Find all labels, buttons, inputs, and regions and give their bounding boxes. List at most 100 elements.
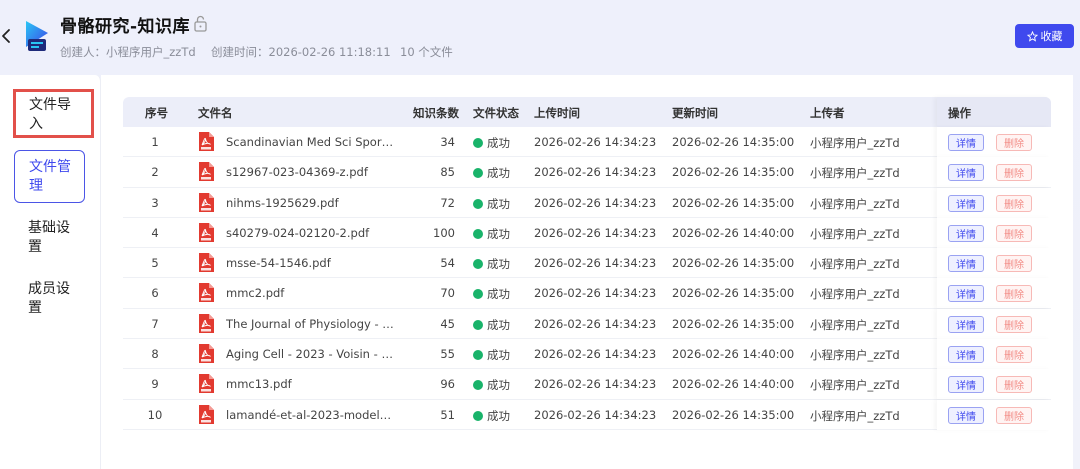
detail-button[interactable]: 详情 <box>948 346 984 364</box>
uploader: 小程序用户_zzTd <box>810 196 900 211</box>
table-body: 1Scandinavian Med Sci Sports - ...34成功20… <box>123 127 1051 430</box>
file-table: 序号 文件名 知识条数 文件状态 上传时间 更新时间 上传者 操作 1 Scand… <box>123 97 1051 430</box>
update-time: 2026-02-26 14:35:00 <box>672 286 795 301</box>
knowledge-count: 34 <box>440 135 455 149</box>
detail-button[interactable]: 详情 <box>948 406 984 424</box>
update-time: 2026-02-26 14:35:00 <box>672 165 795 180</box>
update-time: 2026-02-26 14:35:00 <box>672 135 795 149</box>
file-status: 成功 <box>473 226 510 242</box>
sidebar-item-basic-settings[interactable]: 基础设置 <box>14 213 86 263</box>
file-name: mmc13.pdf <box>226 377 292 392</box>
upload-time: 2026-02-26 14:34:23 <box>534 347 657 362</box>
success-check-icon <box>473 198 483 209</box>
row-number: 8 <box>151 347 159 362</box>
table-row: 2 s12967-023-04369-z.pdf 85 成功 2026-02-26 14… <box>123 157 1051 188</box>
delete-button[interactable]: 删除 <box>996 255 1032 273</box>
sidebar-item-member-settings[interactable]: 成员设置 <box>14 274 86 324</box>
knowledge-count: 72 <box>440 195 455 210</box>
success-check-icon <box>473 168 483 179</box>
table-row: 5 msse-54-1546.pdf 54 成功 2026-02-26 14:34:23… <box>123 248 1051 279</box>
uploader: 小程序用户_zzTd <box>810 317 900 332</box>
file-status: 成功 <box>473 377 510 393</box>
knowledge-count: 100 <box>433 225 455 240</box>
file-name: s12967-023-04369-z.pdf <box>226 165 368 180</box>
col-header-updated: 更新时间 <box>672 106 718 120</box>
sidebar-item-file-manage[interactable]: 文件管理 <box>14 150 85 203</box>
delete-button[interactable]: 删除 <box>996 346 1032 364</box>
success-check-icon <box>473 319 483 330</box>
sidebar-item-label: 成员设置 <box>28 281 70 316</box>
file-status: 成功 <box>473 317 510 333</box>
file-status: 成功 <box>473 347 510 363</box>
status-text: 成功 <box>487 166 510 181</box>
file-status: 成功 <box>473 165 510 181</box>
upload-time: 2026-02-26 14:34:23 <box>534 135 657 149</box>
sidebar-item-label: 文件导入 <box>29 97 71 132</box>
delete-button[interactable]: 删除 <box>996 315 1032 333</box>
file-name: mmc2.pdf <box>226 286 285 301</box>
col-header-status: 文件状态 <box>473 106 519 120</box>
detail-button[interactable]: 详情 <box>948 194 984 212</box>
delete-button[interactable]: 删除 <box>996 285 1032 303</box>
detail-button[interactable]: 详情 <box>948 134 984 151</box>
delete-button[interactable]: 删除 <box>996 224 1032 242</box>
detail-button[interactable]: 详情 <box>948 376 984 394</box>
detail-button[interactable]: 详情 <box>948 315 984 333</box>
app-logo-icon <box>26 21 48 51</box>
upload-time: 2026-02-26 14:34:23 <box>534 377 657 392</box>
collect-button[interactable]: 收藏 <box>1015 24 1074 48</box>
pdf-file-icon <box>198 132 214 151</box>
upload-time: 2026-02-26 14:34:23 <box>534 165 657 180</box>
col-header-filename: 文件名 <box>198 106 233 120</box>
row-number: 3 <box>151 195 159 210</box>
upload-time: 2026-02-26 14:34:23 <box>534 256 657 271</box>
file-name: nihms-1925629.pdf <box>226 195 339 210</box>
sidebar-item-file-import[interactable]: 文件导入 <box>13 89 94 138</box>
file-name: msse-54-1546.pdf <box>226 256 331 271</box>
detail-button[interactable]: 详情 <box>948 164 984 182</box>
update-time: 2026-02-26 14:40:00 <box>672 225 795 240</box>
success-check-icon <box>473 259 483 270</box>
status-text: 成功 <box>487 348 510 363</box>
knowledge-count: 51 <box>440 407 455 422</box>
collect-label: 收藏 <box>1040 30 1063 43</box>
detail-button[interactable]: 详情 <box>948 285 984 303</box>
page-header: 骨骼研究-知识库 创建人：小程序用户_zzTd 创建时间：2026-02-26 … <box>0 0 1080 75</box>
pdf-file-icon <box>198 344 214 364</box>
delete-button[interactable]: 删除 <box>996 376 1032 394</box>
main-panel: 序号 文件名 知识条数 文件状态 上传时间 更新时间 上传者 操作 1 Scand… <box>101 75 1073 469</box>
col-header-actions: 操作 <box>948 106 971 120</box>
status-text: 成功 <box>487 196 510 211</box>
file-status: 成功 <box>473 286 510 302</box>
pdf-file-icon <box>198 253 214 273</box>
delete-button[interactable]: 删除 <box>996 194 1032 212</box>
delete-button[interactable]: 删除 <box>996 134 1032 151</box>
knowledge-count: 96 <box>440 377 455 392</box>
table-row: 9 mmc13.pdf 96 成功 2026-02-26 14:34:23 2026-02… <box>123 369 1051 400</box>
table-row: 1 Scandinavian Med Sci Sports - ... 34 成功 20… <box>123 127 1051 158</box>
pdf-file-icon <box>198 404 214 424</box>
update-time: 2026-02-26 14:35:00 <box>672 316 795 331</box>
col-header-no: 序号 <box>145 106 168 120</box>
status-text: 成功 <box>487 317 510 332</box>
upload-time: 2026-02-26 14:34:23 <box>534 316 657 331</box>
knowledge-count: 85 <box>440 165 455 180</box>
uploader: 小程序用户_zzTd <box>810 136 900 150</box>
detail-button[interactable]: 详情 <box>948 255 984 273</box>
delete-button[interactable]: 删除 <box>996 406 1032 424</box>
status-text: 成功 <box>487 378 510 393</box>
row-number: 5 <box>151 256 159 271</box>
back-arrow-icon[interactable] <box>0 27 14 45</box>
knowledge-count: 45 <box>440 316 455 331</box>
update-time: 2026-02-26 14:35:00 <box>672 195 795 210</box>
status-text: 成功 <box>487 136 510 150</box>
sidebar: 文件导入 文件管理 基础设置 成员设置 <box>0 75 101 469</box>
delete-button[interactable]: 删除 <box>996 164 1032 182</box>
pdf-file-icon <box>198 162 214 182</box>
status-text: 成功 <box>487 287 510 302</box>
update-time: 2026-02-26 14:40:00 <box>672 377 795 392</box>
table-header: 序号 文件名 知识条数 文件状态 上传时间 更新时间 上传者 操作 <box>123 97 1051 127</box>
detail-button[interactable]: 详情 <box>948 224 984 242</box>
table-row: 7 The Journal of Physiology - 202... 45 成功 2… <box>123 308 1051 340</box>
table-row: 4 s40279-024-02120-2.pdf 100 成功 2026-02-26 1… <box>123 217 1051 249</box>
